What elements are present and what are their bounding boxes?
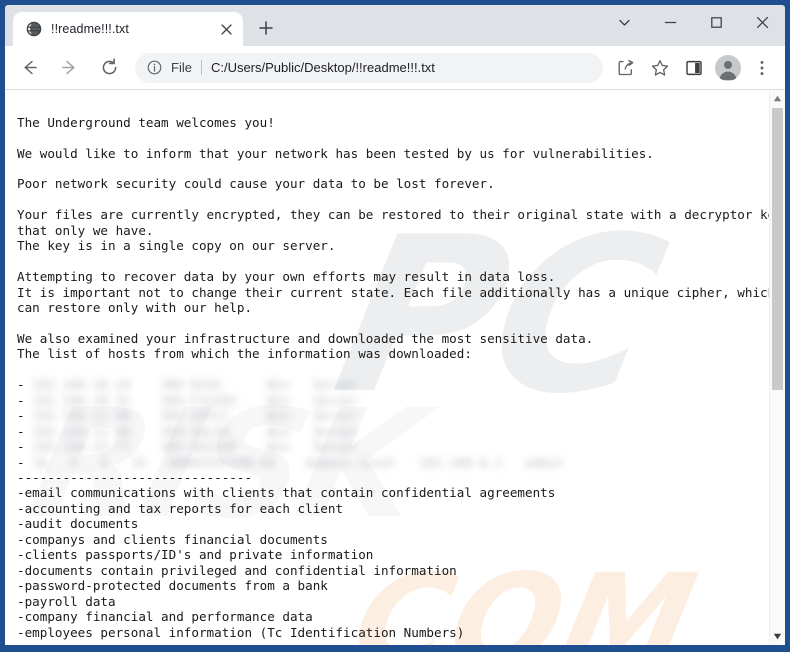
three-dot-menu-icon[interactable] — [747, 53, 777, 83]
tab-strip: !!readme!!!.txt — [5, 5, 785, 46]
page-content: RISK PC COM The Underground team welcome… — [5, 90, 785, 645]
new-tab-button[interactable] — [251, 13, 281, 43]
vertical-scrollbar[interactable] — [769, 90, 785, 645]
back-arrow-icon[interactable] — [12, 51, 46, 85]
redacted-host-entry: 192.168.10.31 SRV-FILE02 Win Server — [32, 392, 359, 408]
info-circle-icon[interactable] — [146, 59, 163, 76]
url-input[interactable]: C:/Users/Public/Desktop/!!readme!!!.txt — [211, 60, 435, 75]
omnibox-separator — [200, 60, 202, 75]
share-icon[interactable] — [611, 53, 641, 83]
ransom-note-text: The Underground team welcomes you! We wo… — [17, 114, 785, 640]
close-tab-icon[interactable] — [217, 20, 235, 38]
forward-arrow-icon[interactable] — [52, 51, 86, 85]
scroll-down-arrow-icon[interactable] — [770, 628, 785, 645]
tab-title: !!readme!!!.txt — [51, 22, 129, 36]
tab-search-chevron-down-icon[interactable] — [601, 5, 647, 39]
globe-icon — [25, 21, 42, 38]
star-icon[interactable] — [645, 53, 675, 83]
scroll-thumb[interactable] — [772, 108, 783, 390]
browser-window: !!readme!!!.txt File C:/Users/Public/Des… — [0, 0, 790, 652]
side-panel-icon[interactable] — [679, 53, 709, 83]
tab-list: !!readme!!!.txt — [5, 5, 281, 46]
avatar[interactable] — [715, 54, 741, 81]
scroll-up-arrow-icon[interactable] — [770, 90, 785, 107]
minimize-button[interactable] — [647, 5, 693, 39]
close-window-button[interactable] — [739, 5, 785, 39]
redacted-host-entry: 192.168.12.77 SRV-BACKUP Win Server — [32, 439, 359, 455]
window-controls — [601, 5, 785, 39]
address-bar[interactable]: File C:/Users/Public/Desktop/!!readme!!!… — [135, 52, 603, 83]
reload-icon[interactable] — [92, 51, 126, 85]
maximize-button[interactable] — [693, 5, 739, 39]
redacted-host-entry: 192.168.11.08 SRV-APP11 Win Server — [32, 408, 359, 424]
browser-tab[interactable]: !!readme!!!.txt — [13, 12, 243, 46]
url-scheme-label: File — [171, 60, 192, 75]
redacted-host-entry: 192.168.11.46 SRV-SQL03 Win Server — [32, 423, 359, 439]
redacted-host-entry: 192.168.10.24 SRV-DC01 Win Server — [32, 377, 359, 393]
redacted-host-entry: 10 . 0 . 0 . 15 WORKSTATION-04 domain.lo… — [32, 454, 563, 470]
browser-toolbar: File C:/Users/Public/Desktop/!!readme!!!… — [5, 46, 785, 90]
